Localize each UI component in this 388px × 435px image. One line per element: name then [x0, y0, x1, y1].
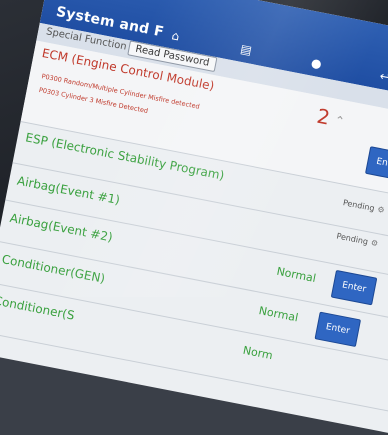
module-name: Conditioner(S — [0, 293, 76, 323]
tablet-screen: System and F ⌂ ▤ ● ↩ Special Function Re… — [0, 0, 388, 435]
status-text: Norm — [241, 343, 274, 363]
back-icon[interactable]: ↩ — [379, 69, 388, 85]
enter-button[interactable]: Enter — [314, 311, 362, 348]
gear-icon: ⚙ — [376, 204, 386, 215]
status-text: Normal — [257, 304, 300, 325]
document-icon[interactable]: ▤ — [239, 42, 253, 58]
enter-button[interactable]: Enter — [330, 269, 378, 306]
fault-count: 2 — [314, 103, 332, 130]
status-text: Normal — [275, 264, 318, 286]
status-badge: Pending⚙ — [335, 231, 379, 249]
status-badge: Pending⚙ — [342, 198, 386, 215]
gear-icon: ⚙ — [370, 238, 379, 249]
home-icon[interactable]: ⌂ — [171, 28, 181, 43]
enter-button[interactable]: Enter — [364, 146, 388, 182]
person-icon[interactable]: ● — [310, 55, 323, 71]
chevron-up-icon: ⌃ — [333, 113, 346, 129]
